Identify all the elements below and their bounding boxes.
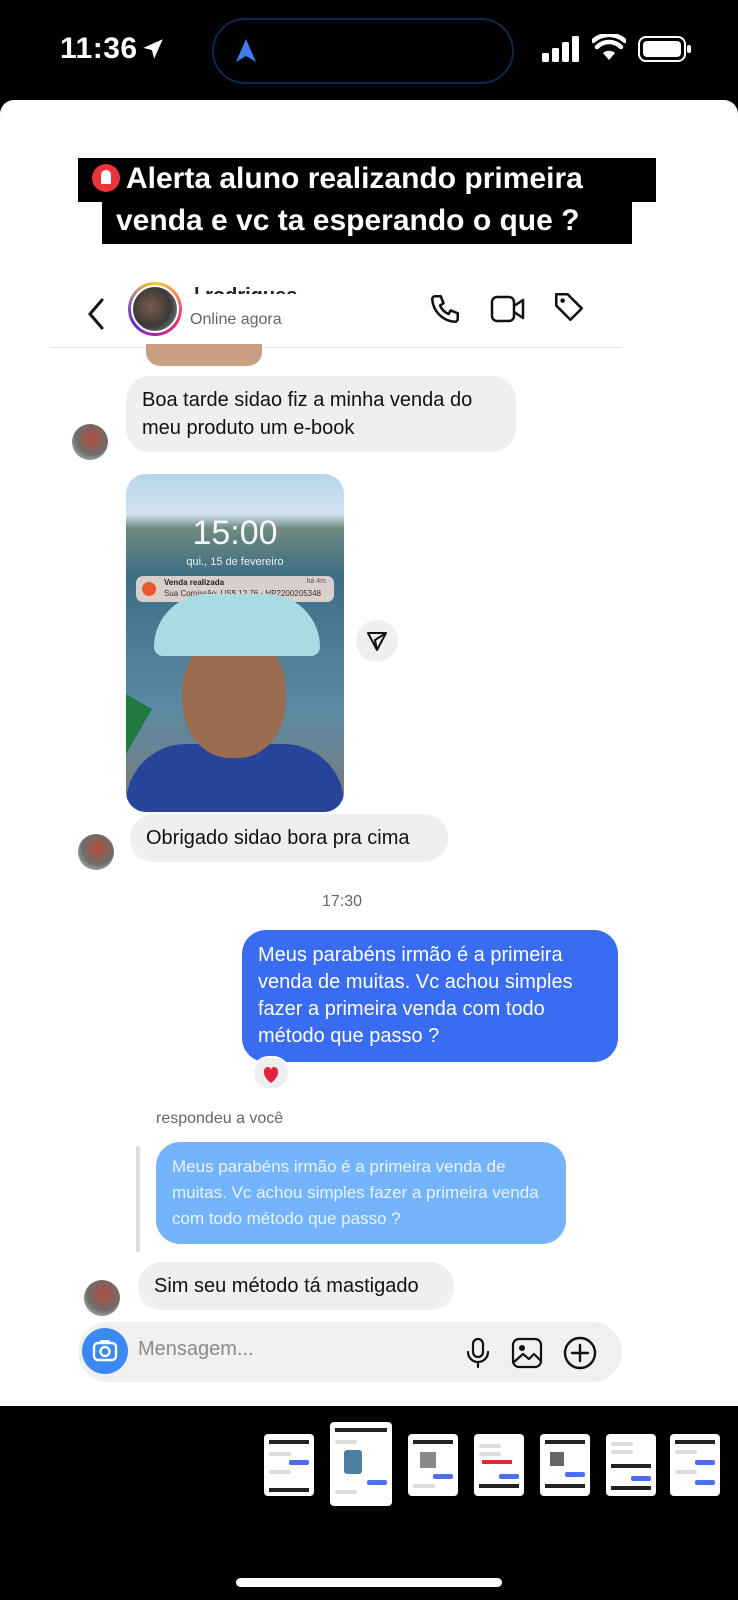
story-thumbnail[interactable] — [670, 1434, 720, 1496]
notification-time: há 4m — [306, 578, 326, 585]
phone-icon[interactable] — [428, 292, 462, 326]
heart-icon — [263, 1067, 279, 1083]
tag-icon[interactable] — [552, 290, 586, 324]
microphone-icon[interactable] — [464, 1336, 492, 1370]
message-input[interactable] — [138, 1338, 438, 1361]
camera-icon — [92, 1340, 118, 1362]
reply-indicator — [136, 1146, 140, 1252]
battery-icon — [638, 36, 691, 62]
story-thumbnail[interactable] — [408, 1434, 458, 1496]
home-indicator[interactable] — [236, 1578, 502, 1587]
sender-avatar[interactable] — [72, 424, 108, 460]
status-time: 11:36 — [60, 32, 138, 65]
incoming-message[interactable]: Obrigado sidao bora pra cima — [130, 814, 448, 862]
sender-avatar[interactable] — [84, 1280, 120, 1316]
incoming-message[interactable]: Sim seu método tá mastigado — [138, 1262, 454, 1310]
dynamic-island[interactable] — [212, 18, 514, 84]
previous-media-thumbnail[interactable] — [146, 344, 262, 366]
story-thumbnail[interactable] — [540, 1434, 590, 1496]
share-icon — [367, 632, 387, 651]
status-bar: 11:36 — [0, 0, 738, 100]
share-button[interactable] — [356, 620, 398, 662]
navigation-arrow-icon — [236, 39, 256, 62]
camera-button[interactable] — [82, 1328, 128, 1374]
outgoing-message[interactable]: Meus parabéns irmão é a primeira venda d… — [242, 930, 618, 1062]
reply-label: respondeu a você — [156, 1110, 284, 1127]
photo-clock: 15:00 — [192, 514, 278, 552]
back-icon[interactable] — [86, 298, 106, 330]
story-thumbnail[interactable] — [474, 1434, 524, 1496]
caption-line-2: venda e vc ta esperando o que ? — [102, 200, 632, 244]
timestamp: 17:30 — [321, 893, 363, 910]
siren-icon — [92, 164, 120, 192]
location-arrow-icon — [143, 39, 163, 59]
chat-header: l rodrigues Online agora — [50, 278, 622, 348]
wifi-icon — [592, 34, 626, 60]
story-thumbnail[interactable] — [264, 1434, 314, 1496]
story-thumbnail-strip — [0, 1420, 738, 1520]
photo-date: qui., 15 de fevereiro — [186, 556, 284, 568]
story-thumbnail[interactable] — [606, 1434, 656, 1496]
incoming-message[interactable]: Boa tarde sidao fiz a minha venda do meu… — [126, 376, 516, 452]
online-status: Online agora — [190, 311, 282, 328]
message-composer — [78, 1322, 622, 1382]
caption-text-1: Alerta aluno realizando primeira — [126, 162, 583, 195]
notification-app-icon — [142, 582, 156, 596]
caption-line-1: Alerta aluno realizando primeira — [78, 158, 656, 202]
quoted-message[interactable]: Meus parabéns irmão é a primeira venda d… — [156, 1142, 566, 1244]
sender-avatar[interactable] — [78, 834, 114, 870]
video-icon[interactable] — [490, 294, 526, 324]
notification-title: Venda realizada — [164, 578, 225, 587]
story-thumbnail-active[interactable] — [330, 1422, 392, 1506]
plus-icon[interactable] — [562, 1335, 598, 1371]
photo-message[interactable]: 15:00 qui., 15 de fevereiro Venda realiz… — [126, 474, 344, 812]
gallery-icon[interactable] — [510, 1336, 544, 1370]
contact-name[interactable]: l rodrigues — [194, 282, 297, 294]
heart-reaction[interactable] — [252, 1056, 290, 1090]
photo-cap — [154, 594, 320, 656]
signal-icon — [542, 36, 579, 62]
contact-avatar[interactable] — [128, 282, 182, 336]
